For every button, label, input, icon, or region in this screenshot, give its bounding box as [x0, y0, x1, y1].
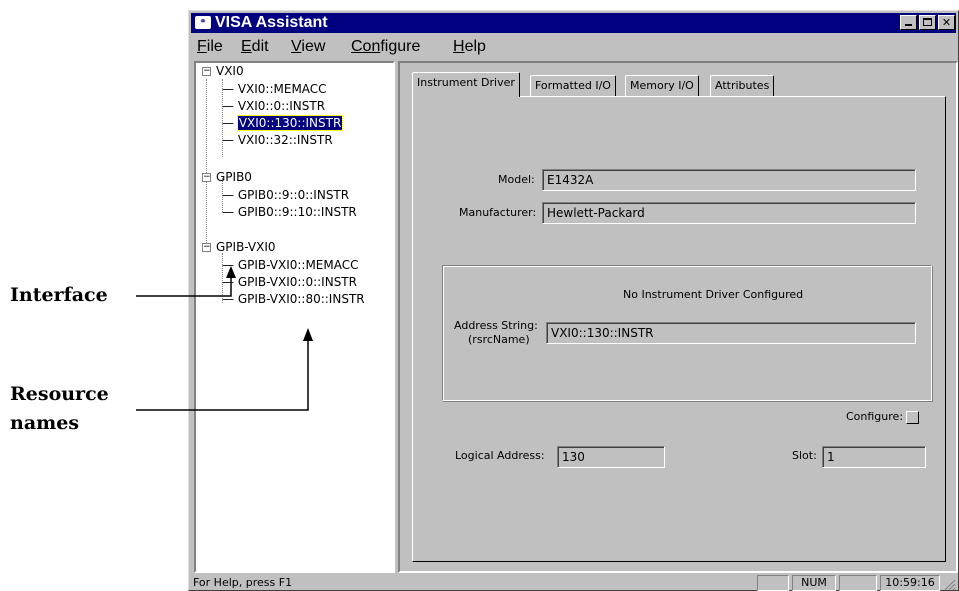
interface-arrowhead-icon	[226, 266, 236, 278]
resource-names-arrow-line	[136, 340, 309, 411]
interface-arrow-line	[136, 276, 232, 297]
resource-names-arrowhead-icon	[303, 328, 313, 341]
tab-instrument-driver[interactable]: Instrument Driver	[412, 72, 520, 97]
